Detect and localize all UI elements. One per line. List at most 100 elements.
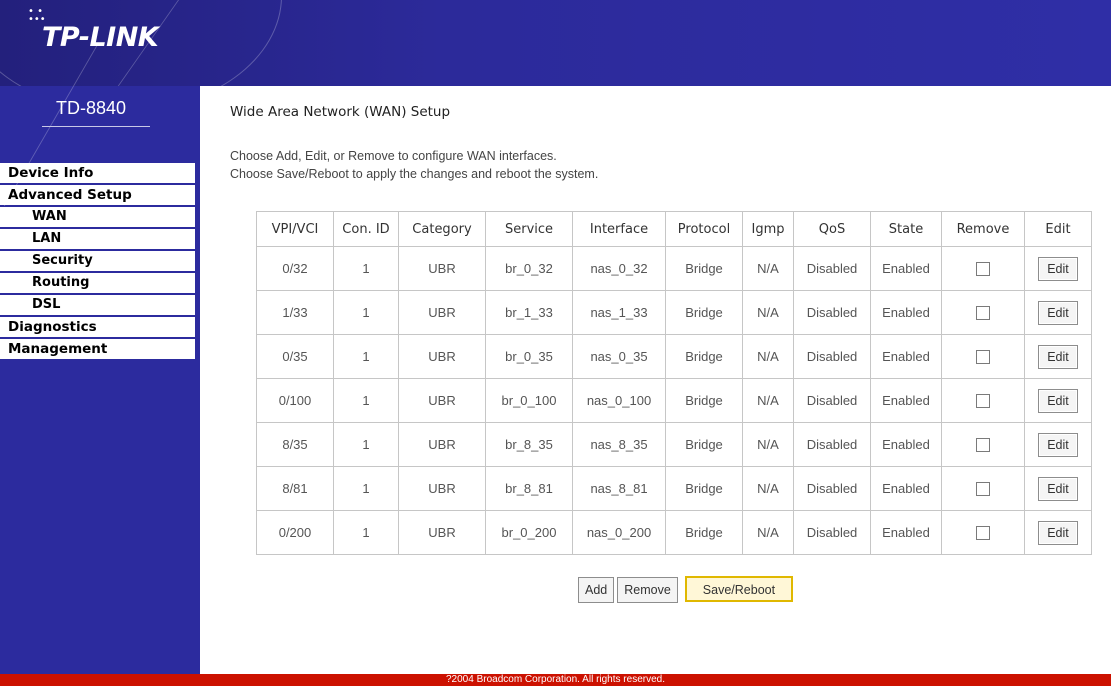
- save-reboot-button[interactable]: Save/Reboot: [684, 576, 794, 602]
- cell-protocol: Bridge: [665, 510, 743, 555]
- add-button[interactable]: Add: [578, 577, 615, 603]
- edit-button[interactable]: Edit: [1038, 520, 1078, 545]
- page-description: Choose Add, Edit, or Remove to configure…: [230, 147, 598, 183]
- table-row: 8/81 1 UBR br_8_81 nas_8_81 Bridge N/A Disabled…: [256, 466, 1092, 511]
- cell-vpivci: 1/33: [256, 290, 334, 335]
- cell-qos: Disabled: [793, 378, 871, 423]
- table-row: 0/100 1 UBR br_0_100 nas_0_100 Bridge N/A Disab…: [256, 378, 1092, 423]
- remove-checkbox[interactable]: [976, 482, 990, 497]
- cell-remove: [941, 378, 1025, 423]
- header-banner: • • ••• TP-LINK: [0, 0, 1111, 86]
- cell-service: br_0_200: [485, 510, 573, 555]
- remove-checkbox[interactable]: [976, 350, 990, 365]
- cell-qos: Disabled: [793, 334, 871, 379]
- remove-checkbox[interactable]: [976, 438, 990, 453]
- cell-edit: Edit: [1024, 510, 1092, 555]
- cell-qos: Disabled: [793, 422, 871, 467]
- cell-vpivci: 0/200: [256, 510, 334, 555]
- cell-service: br_0_100: [485, 378, 573, 423]
- cell-vpivci: 0/35: [256, 334, 334, 379]
- footer-copyright: ?2004 Broadcom Corporation. All rights r…: [0, 674, 1111, 686]
- cell-remove: [941, 334, 1025, 379]
- column-header-edit: Edit: [1024, 211, 1092, 247]
- table-row: 1/33 1 UBR br_1_33 nas_1_33 Bridge N/A Disabled…: [256, 290, 1092, 335]
- cell-igmp: N/A: [742, 334, 794, 379]
- cell-remove: [941, 422, 1025, 467]
- cell-igmp: N/A: [742, 466, 794, 511]
- remove-checkbox[interactable]: [976, 306, 990, 321]
- cell-category: UBR: [398, 334, 486, 379]
- sidebar-item-advanced-setup[interactable]: Advanced Setup: [0, 185, 195, 205]
- cell-service: br_1_33: [485, 290, 573, 335]
- cell-protocol: Bridge: [665, 466, 743, 511]
- cell-edit: Edit: [1024, 290, 1092, 335]
- cell-conid: 1: [333, 334, 399, 379]
- cell-remove: [941, 246, 1025, 291]
- remove-checkbox[interactable]: [976, 394, 990, 409]
- cell-igmp: N/A: [742, 290, 794, 335]
- action-buttons: Add Remove Save/Reboot: [578, 576, 796, 603]
- main-content: Wide Area Network (WAN) Setup Choose Add…: [200, 86, 1111, 674]
- cell-interface: nas_8_81: [572, 466, 666, 511]
- cell-protocol: Bridge: [665, 422, 743, 467]
- cell-qos: Disabled: [793, 246, 871, 291]
- column-header-igmp: Igmp: [742, 211, 794, 247]
- nav-menu: Device Info Advanced Setup WAN LAN Security R…: [0, 163, 195, 361]
- cell-edit: Edit: [1024, 246, 1092, 291]
- edit-button[interactable]: Edit: [1038, 388, 1078, 413]
- edit-button[interactable]: Edit: [1038, 300, 1078, 325]
- remove-button[interactable]: Remove: [617, 577, 678, 603]
- cell-interface: nas_0_32: [572, 246, 666, 291]
- cell-conid: 1: [333, 466, 399, 511]
- cell-category: UBR: [398, 290, 486, 335]
- column-header-vpi-vci: VPI/VCI: [256, 211, 334, 247]
- cell-igmp: N/A: [742, 246, 794, 291]
- sidebar-item-management[interactable]: Management: [0, 339, 195, 359]
- cell-service: br_0_32: [485, 246, 573, 291]
- edit-button[interactable]: Edit: [1038, 476, 1078, 501]
- cell-interface: nas_0_35: [572, 334, 666, 379]
- cell-vpivci: 8/35: [256, 422, 334, 467]
- cell-protocol: Bridge: [665, 290, 743, 335]
- cell-conid: 1: [333, 246, 399, 291]
- cell-state: Enabled: [870, 246, 942, 291]
- cell-igmp: N/A: [742, 422, 794, 467]
- column-header-category: Category: [398, 211, 486, 247]
- cell-conid: 1: [333, 378, 399, 423]
- sidebar-item-routing[interactable]: Routing: [0, 273, 195, 293]
- cell-category: UBR: [398, 510, 486, 555]
- cell-category: UBR: [398, 466, 486, 511]
- remove-checkbox[interactable]: [976, 262, 990, 277]
- sidebar-item-security[interactable]: Security: [0, 251, 195, 271]
- edit-button[interactable]: Edit: [1038, 256, 1078, 281]
- cell-vpivci: 0/32: [256, 246, 334, 291]
- cell-igmp: N/A: [742, 510, 794, 555]
- cell-category: UBR: [398, 246, 486, 291]
- remove-checkbox[interactable]: [976, 526, 990, 541]
- table-header-row: VPI/VCI Con. ID Category Service Interface Pr…: [256, 211, 1092, 247]
- model-underline: [42, 126, 150, 127]
- column-header-protocol: Protocol: [665, 211, 743, 247]
- sidebar-item-device-info[interactable]: Device Info: [0, 163, 195, 183]
- edit-button[interactable]: Edit: [1038, 344, 1078, 369]
- cell-edit: Edit: [1024, 378, 1092, 423]
- sidebar-item-diagnostics[interactable]: Diagnostics: [0, 317, 195, 337]
- sidebar-item-lan[interactable]: LAN: [0, 229, 195, 249]
- description-line-2: Choose Save/Reboot to apply the changes …: [230, 167, 599, 181]
- sidebar-item-dsl[interactable]: DSL: [0, 295, 195, 315]
- table-row: 8/35 1 UBR br_8_35 nas_8_35 Bridge N/A Disabled…: [256, 422, 1092, 467]
- cell-vpivci: 8/81: [256, 466, 334, 511]
- edit-button[interactable]: Edit: [1038, 432, 1078, 457]
- cell-remove: [941, 290, 1025, 335]
- cell-state: Enabled: [870, 290, 942, 335]
- cell-interface: nas_8_35: [572, 422, 666, 467]
- cell-interface: nas_0_100: [572, 378, 666, 423]
- cell-remove: [941, 510, 1025, 555]
- column-header-state: State: [870, 211, 942, 247]
- sidebar-item-wan[interactable]: WAN: [0, 207, 195, 227]
- table-row: 0/200 1 UBR br_0_200 nas_0_200 Bridge N/A Disab…: [256, 510, 1092, 555]
- cell-state: Enabled: [870, 334, 942, 379]
- cell-state: Enabled: [870, 466, 942, 511]
- cell-protocol: Bridge: [665, 334, 743, 379]
- column-header-service: Service: [485, 211, 573, 247]
